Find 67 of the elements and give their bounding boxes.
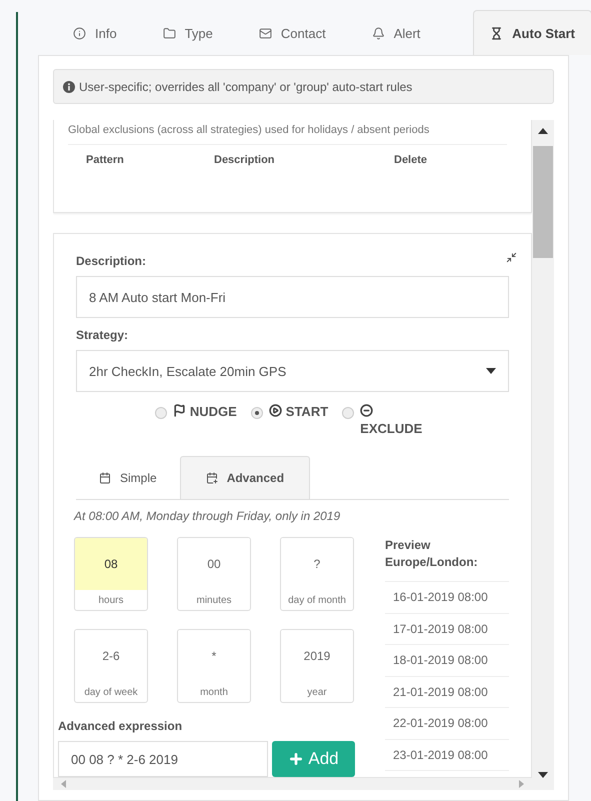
tab[interactable]: Type (140, 10, 236, 55)
notice-text: User-specific; overrides all 'company' or 'group' auto-start rules (79, 80, 412, 94)
tab[interactable]: Contact (236, 10, 349, 55)
plus-icon (288, 751, 304, 767)
preview-date: 22-01-2019 08:00 (385, 708, 509, 740)
field-value: 08 (75, 538, 147, 590)
exclusions-caption: Global exclusions (across all strategies) used for holidays / absent periods (68, 124, 507, 145)
radio-button[interactable] (250, 407, 263, 419)
preview-date: 21-01-2019 08:00 (385, 676, 509, 708)
field-caption: minutes (195, 594, 232, 608)
preview-date: 17-01-2019 08:00 (385, 614, 509, 645)
cron-field[interactable]: 2-6 day of week (74, 629, 148, 703)
field-caption: year (306, 686, 328, 700)
schedule-summary: At 08:00 AM, Monday through Friday, only in 2019 (74, 509, 342, 523)
radio-label: EXCLUDE (360, 421, 422, 436)
cron-field[interactable]: ? day of month (280, 537, 354, 611)
folder-icon (162, 26, 176, 40)
flag-icon (172, 404, 186, 417)
expression-field[interactable]: 00 08 ? * 2-6 2019 (58, 741, 268, 777)
preview-date: 16-01-2019 08:00 (385, 582, 509, 614)
scroll-down-icon[interactable] (538, 772, 548, 778)
minus-circle-icon (360, 404, 374, 417)
scroll-thumb[interactable] (533, 146, 553, 258)
info-icon (73, 26, 86, 40)
field-caption: day of week (83, 686, 139, 700)
preview-date: 18-01-2019 08:00 (385, 645, 509, 676)
preview-date: 23-01-2019 08:00 (385, 740, 509, 771)
cron-field[interactable]: * month (177, 629, 251, 703)
scroll-up-icon[interactable] (538, 128, 548, 134)
preview-title: Preview Europe/London: (385, 537, 509, 582)
collapse-icon[interactable] (506, 252, 517, 263)
tab[interactable]: Info (50, 10, 140, 55)
calendar-icon (99, 472, 111, 484)
radio-button[interactable] (154, 407, 167, 419)
scroll-right-icon[interactable] (519, 780, 524, 788)
cron-field[interactable]: 2019 year (280, 629, 354, 703)
cron-field[interactable]: 08 hours (74, 537, 148, 611)
radio-option[interactable]: NUDGE (154, 404, 237, 456)
radio-label: START (286, 404, 328, 419)
radio-button[interactable] (342, 407, 354, 419)
field-label: Advanced expression (58, 719, 184, 733)
radio-option[interactable]: START (250, 404, 328, 456)
envelope-icon (258, 26, 272, 40)
scroll-left-icon[interactable] (61, 780, 66, 788)
field-caption: day of month (287, 594, 347, 608)
calendar-icon (206, 472, 218, 484)
field-caption: hours (97, 594, 124, 608)
play-icon (268, 404, 282, 417)
field-label: Description: (76, 254, 148, 268)
field-label: Strategy: (76, 328, 130, 342)
field-caption: month (199, 686, 229, 700)
bell-icon (372, 26, 385, 40)
description-field[interactable]: 8 AM Auto start Mon-Fri (76, 276, 509, 318)
info-icon (63, 80, 75, 92)
column-header: Delete (394, 154, 428, 166)
tab[interactable]: Auto Start (473, 10, 591, 55)
cron-field[interactable]: 00 minutes (177, 537, 251, 611)
tab[interactable]: Advanced (180, 456, 310, 499)
caret-icon[interactable] (486, 368, 496, 374)
strategy-dropdown[interactable]: 2hr CheckIn, Escalate 20min GPS (76, 350, 509, 392)
column-header: Pattern (86, 154, 125, 166)
hourglass-icon (490, 26, 504, 40)
tab[interactable]: Simple (86, 456, 170, 499)
radio-label: NUDGE (190, 404, 237, 419)
radio-option[interactable]: EXCLUDE (342, 404, 430, 456)
column-header: Description (214, 154, 276, 166)
tab[interactable]: Alert (348, 10, 444, 55)
